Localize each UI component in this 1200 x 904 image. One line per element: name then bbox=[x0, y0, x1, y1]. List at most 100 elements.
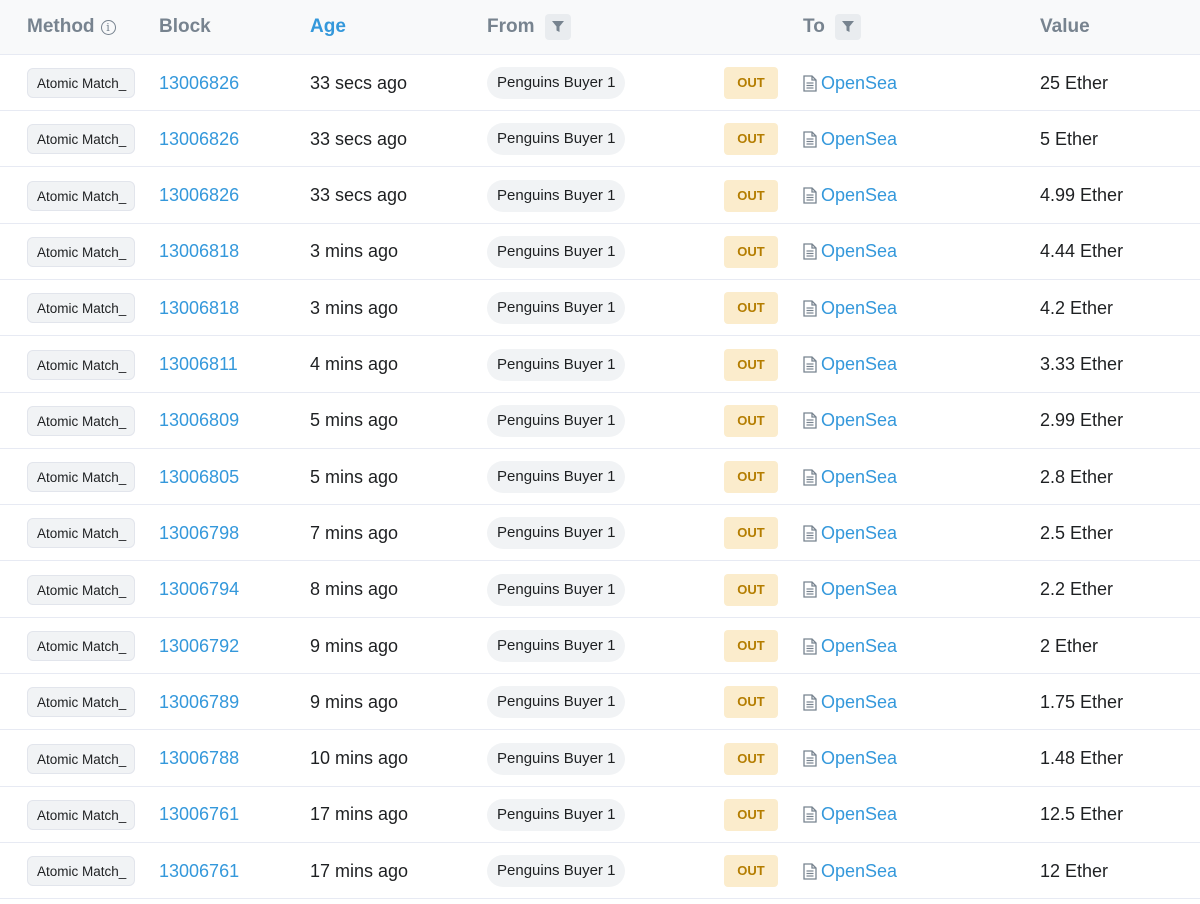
block-link[interactable]: 13006809 bbox=[159, 410, 239, 431]
method-badge[interactable]: Atomic Match_ bbox=[27, 293, 135, 324]
to-contract-link[interactable]: OpenSea bbox=[821, 298, 897, 319]
direction-badge: OUT bbox=[724, 67, 778, 99]
method-badge[interactable]: Atomic Match_ bbox=[27, 574, 135, 605]
contract-document-icon bbox=[803, 187, 817, 204]
age-cell: 3 mins ago bbox=[310, 280, 398, 336]
from-address-tag[interactable]: Penguins Buyer 1 bbox=[487, 855, 626, 888]
from-address-tag[interactable]: Penguins Buyer 1 bbox=[487, 67, 626, 99]
block-cell: 13006794 bbox=[159, 562, 239, 618]
from-cell: Penguins Buyer 1 bbox=[487, 618, 626, 674]
from-address-tag[interactable]: Penguins Buyer 1 bbox=[487, 517, 626, 550]
age-header[interactable]: Age bbox=[310, 0, 346, 54]
transactions-table: Method i Block Age From To Value Atomic … bbox=[0, 0, 1200, 904]
block-link[interactable]: 13006798 bbox=[159, 523, 239, 544]
info-icon[interactable]: i bbox=[100, 19, 116, 35]
to-contract-link[interactable]: OpenSea bbox=[821, 73, 897, 94]
from-address-tag[interactable]: Penguins Buyer 1 bbox=[487, 686, 626, 719]
method-badge[interactable]: Atomic Match_ bbox=[27, 68, 135, 98]
to-contract-link[interactable]: OpenSea bbox=[821, 748, 897, 769]
to-contract-link[interactable]: OpenSea bbox=[821, 692, 897, 713]
direction-badge: OUT bbox=[724, 461, 778, 494]
from-address-tag[interactable]: Penguins Buyer 1 bbox=[487, 573, 626, 606]
contract-document-icon bbox=[803, 131, 817, 148]
block-link[interactable]: 13006818 bbox=[159, 241, 239, 262]
from-address-tag[interactable]: Penguins Buyer 1 bbox=[487, 404, 626, 437]
from-address-tag[interactable]: Penguins Buyer 1 bbox=[487, 630, 626, 662]
to-contract-link[interactable]: OpenSea bbox=[821, 804, 897, 825]
value-text: 2.99 Ether bbox=[1040, 410, 1124, 431]
contract-document-icon bbox=[803, 356, 817, 373]
block-link[interactable]: 13006826 bbox=[159, 185, 239, 206]
block-link[interactable]: 13006794 bbox=[159, 579, 239, 600]
from-address-tag[interactable]: Penguins Buyer 1 bbox=[487, 179, 626, 212]
table-row: Atomic Match_ 13006809 5 mins ago Pengui… bbox=[0, 393, 1200, 449]
to-contract-link[interactable]: OpenSea bbox=[821, 861, 897, 882]
contract-document-icon bbox=[803, 468, 817, 486]
block-link[interactable]: 13006789 bbox=[159, 692, 239, 713]
method-badge[interactable]: Atomic Match_ bbox=[27, 687, 135, 718]
contract-document-icon bbox=[803, 300, 817, 317]
block-link[interactable]: 13006792 bbox=[159, 636, 239, 657]
table-row: Atomic Match_ 13006798 7 mins ago Pengui… bbox=[0, 505, 1200, 562]
from-filter-button[interactable] bbox=[544, 14, 571, 40]
table-row: Atomic Match_ 13006794 8 mins ago Pengui… bbox=[0, 562, 1200, 618]
method-badge[interactable]: Atomic Match_ bbox=[27, 236, 135, 267]
to-contract-link[interactable]: OpenSea bbox=[821, 523, 897, 544]
age-text: 7 mins ago bbox=[310, 522, 399, 543]
method-badge[interactable]: Atomic Match_ bbox=[27, 124, 135, 155]
from-cell: Penguins Buyer 1 bbox=[487, 337, 626, 393]
block-cell: 13006761 bbox=[159, 843, 239, 899]
to-cell: OpenSea bbox=[803, 843, 897, 899]
method-badge[interactable]: Atomic Match_ bbox=[27, 799, 135, 830]
value-cell: 2.99 Ether bbox=[1040, 393, 1123, 449]
method-cell: Atomic Match_ bbox=[27, 111, 135, 167]
to-contract-link[interactable]: OpenSea bbox=[821, 410, 897, 431]
method-badge[interactable]: Atomic Match_ bbox=[27, 631, 135, 661]
method-badge[interactable]: Atomic Match_ bbox=[27, 518, 135, 549]
method-badge[interactable]: Atomic Match_ bbox=[27, 349, 135, 380]
method-cell: Atomic Match_ bbox=[27, 618, 135, 674]
to-contract-link[interactable]: OpenSea bbox=[821, 241, 897, 262]
from-address-tag[interactable]: Penguins Buyer 1 bbox=[487, 123, 626, 156]
to-header-label: To bbox=[803, 16, 825, 37]
table-row: Atomic Match_ 13006788 10 mins ago Pengu… bbox=[0, 731, 1200, 787]
from-address-tag[interactable]: Penguins Buyer 1 bbox=[487, 742, 626, 775]
method-badge[interactable]: Atomic Match_ bbox=[27, 462, 135, 493]
block-cell: 13006826 bbox=[159, 55, 239, 111]
method-badge[interactable]: Atomic Match_ bbox=[27, 856, 135, 887]
age-header-label[interactable]: Age bbox=[310, 16, 346, 38]
from-address-tag[interactable]: Penguins Buyer 1 bbox=[487, 292, 626, 325]
table-row: Atomic Match_ 13006826 33 secs ago Pengu… bbox=[0, 111, 1200, 168]
age-cell: 33 secs ago bbox=[310, 55, 407, 111]
method-badge[interactable]: Atomic Match_ bbox=[27, 180, 135, 211]
to-contract-link[interactable]: OpenSea bbox=[821, 579, 897, 600]
to-contract-link[interactable]: OpenSea bbox=[821, 467, 897, 488]
from-cell: Penguins Buyer 1 bbox=[487, 674, 626, 730]
to-contract-link[interactable]: OpenSea bbox=[821, 185, 897, 206]
value-cell: 4.2 Ether bbox=[1040, 280, 1113, 336]
age-cell: 17 mins ago bbox=[310, 787, 408, 843]
from-cell: Penguins Buyer 1 bbox=[487, 562, 626, 618]
block-link[interactable]: 13006805 bbox=[159, 467, 239, 488]
from-address-tag[interactable]: Penguins Buyer 1 bbox=[487, 348, 626, 381]
block-link[interactable]: 13006811 bbox=[159, 354, 238, 375]
block-link[interactable]: 13006826 bbox=[159, 129, 239, 150]
block-link[interactable]: 13006788 bbox=[159, 748, 239, 769]
block-link[interactable]: 13006761 bbox=[159, 861, 239, 882]
from-address-tag[interactable]: Penguins Buyer 1 bbox=[487, 461, 626, 494]
method-badge[interactable]: Atomic Match_ bbox=[27, 405, 135, 436]
from-address-tag[interactable]: Penguins Buyer 1 bbox=[487, 235, 626, 268]
from-cell: Penguins Buyer 1 bbox=[487, 787, 626, 843]
to-cell: OpenSea bbox=[803, 449, 897, 505]
to-contract-link[interactable]: OpenSea bbox=[821, 354, 897, 375]
to-filter-button[interactable] bbox=[834, 14, 861, 40]
to-cell: OpenSea bbox=[803, 224, 897, 280]
to-contract-link[interactable]: OpenSea bbox=[821, 129, 897, 150]
block-link[interactable]: 13006761 bbox=[159, 804, 239, 825]
method-badge[interactable]: Atomic Match_ bbox=[27, 743, 135, 774]
block-link[interactable]: 13006818 bbox=[159, 298, 239, 319]
block-link[interactable]: 13006826 bbox=[159, 73, 239, 94]
age-cell: 8 mins ago bbox=[310, 562, 398, 618]
to-contract-link[interactable]: OpenSea bbox=[821, 636, 897, 657]
from-address-tag[interactable]: Penguins Buyer 1 bbox=[487, 798, 626, 831]
